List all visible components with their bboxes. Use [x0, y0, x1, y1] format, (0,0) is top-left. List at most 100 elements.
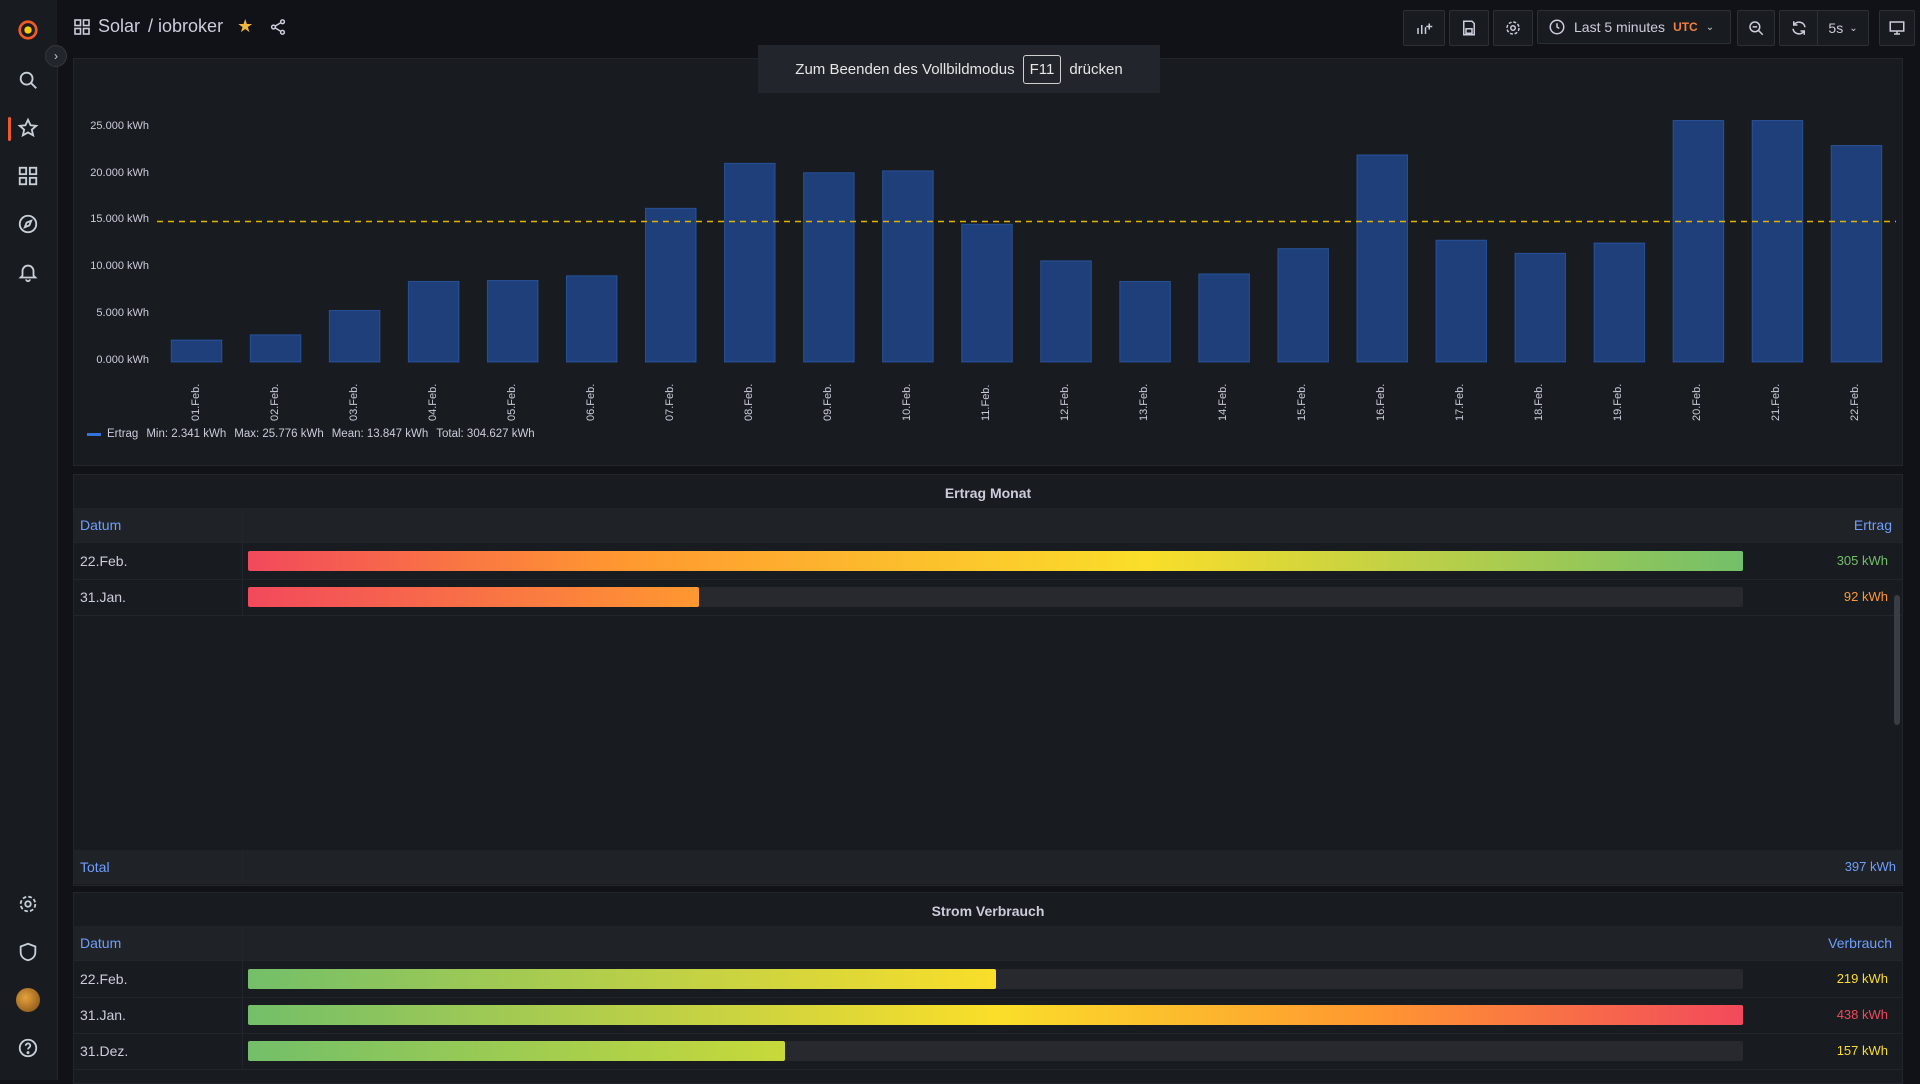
x-tick-label: 09.Feb.	[821, 383, 834, 421]
dashboards-icon[interactable]	[16, 164, 40, 188]
bar-07.Feb.[interactable]	[645, 207, 697, 363]
column-divider	[242, 850, 243, 884]
x-tick-label: 12.Feb.	[1059, 383, 1072, 421]
bar-01.Feb.[interactable]	[170, 339, 223, 363]
x-tick-label: 06.Feb.	[584, 383, 597, 421]
x-tick-label: 19.Feb.	[1612, 383, 1625, 421]
bar-08.Feb.[interactable]	[724, 162, 776, 363]
bar-gauge-fill	[248, 969, 996, 989]
table-footer-total: Total 397 kWh	[74, 850, 1902, 884]
column-divider	[242, 997, 243, 1033]
ertrag-bar-chart-panel[interactable]: 0.000 kWh 5.000 kWh 10.000 kWh 15.000 kWh 20…	[73, 58, 1903, 466]
x-tick-label: 07.Feb.	[663, 383, 676, 421]
x-tick-label: 13.Feb.	[1138, 383, 1151, 421]
refresh-button[interactable]	[1779, 10, 1819, 46]
row-value: 157 kWh	[1836, 1043, 1888, 1058]
x-tick-label: 03.Feb.	[347, 383, 360, 421]
bar-17.Feb.[interactable]	[1435, 239, 1488, 363]
search-icon[interactable]	[16, 68, 40, 92]
fullscreen-hint-text: Zum Beenden des Vollbildmodus	[795, 60, 1015, 78]
column-divider	[242, 543, 243, 579]
sidebar: ›	[0, 0, 67, 1080]
time-range-label: Last 5 minutes	[1574, 19, 1666, 35]
view-mode-button[interactable]	[1879, 10, 1915, 46]
alerting-bell-icon[interactable]	[16, 260, 40, 284]
bar-21.Feb.[interactable]	[1751, 119, 1804, 363]
column-header-verbrauch[interactable]: Verbrauch	[1828, 935, 1892, 951]
help-icon[interactable]	[16, 1036, 40, 1060]
panel-scrollbar[interactable]	[1894, 595, 1900, 725]
x-tick-label: 14.Feb.	[1217, 383, 1230, 421]
f11-key: F11	[1022, 54, 1062, 84]
zoom-out-icon	[1749, 21, 1764, 36]
bar-10.Feb.[interactable]	[882, 170, 934, 363]
dashboard-grid-icon	[74, 18, 90, 35]
add-panel-button[interactable]	[1403, 10, 1445, 46]
row-date: 31.Jan.	[80, 1007, 126, 1023]
y-tick-label: 0.000 kWh	[96, 354, 149, 366]
x-tick-label: 18.Feb.	[1533, 383, 1546, 421]
y-tick-label: 10.000 kWh	[90, 260, 149, 273]
bar-03.Feb.[interactable]	[328, 309, 381, 363]
bar-13.Feb.[interactable]	[1119, 280, 1171, 363]
breadcrumb-dashboard-title: / iobroker	[148, 16, 224, 36]
bar-04.Feb.[interactable]	[407, 280, 460, 363]
sidebar-toggle-button[interactable]: ›	[45, 45, 67, 67]
bar-20.Feb.[interactable]	[1672, 119, 1725, 363]
column-header-datum[interactable]: Datum	[80, 935, 121, 951]
bar-05.Feb.[interactable]	[486, 279, 539, 363]
bar-14.Feb.[interactable]	[1198, 273, 1250, 363]
x-tick-label: 10.Feb.	[900, 383, 913, 421]
bar-15.Feb.[interactable]	[1277, 248, 1329, 363]
row-date: 31.Jan.	[80, 589, 126, 605]
starred-icon[interactable]	[16, 116, 40, 140]
total-label: Total	[80, 859, 110, 875]
column-divider	[242, 961, 243, 997]
bar-02.Feb.[interactable]	[249, 334, 302, 363]
user-avatar[interactable]	[16, 988, 40, 1012]
legend-min: Min: 2.341 kWh	[146, 428, 227, 440]
x-tick-label: 05.Feb.	[505, 383, 518, 421]
panel-title: Strom Verbrauch	[931, 903, 1045, 919]
x-tick-label: 04.Feb.	[426, 383, 439, 421]
total-value: 397 kWh	[1844, 859, 1896, 874]
column-header-datum[interactable]: Datum	[80, 517, 121, 533]
bar-16.Feb.[interactable]	[1356, 154, 1408, 363]
dashboard-settings-button[interactable]	[1493, 10, 1533, 46]
table-row: 31.Dez. 157 kWh	[74, 1033, 1902, 1070]
chart-legend[interactable]: Ertrag Min: 2.341 kWh Max: 25.776 kWh Me…	[87, 428, 535, 440]
share-icon[interactable]	[269, 18, 287, 36]
row-value: 92 kWh	[1843, 589, 1888, 604]
legend-series-name: Ertrag	[107, 428, 139, 440]
zoom-out-button[interactable]	[1737, 10, 1775, 46]
bar-gauge-fill	[248, 551, 1743, 571]
breadcrumb: Solar / iobroker ★	[74, 16, 287, 37]
favorite-star-icon[interactable]: ★	[237, 16, 253, 37]
save-dashboard-button[interactable]	[1449, 10, 1489, 46]
bar-gauge-track	[248, 1005, 1743, 1025]
bar-22.Feb.[interactable]	[1830, 145, 1883, 363]
bar-12.Feb.[interactable]	[1040, 260, 1092, 363]
refresh-interval-picker[interactable]: 5s ⌄	[1817, 10, 1869, 46]
table-row: 22.Feb. 219 kWh	[74, 961, 1902, 998]
server-admin-shield-icon[interactable]	[16, 940, 40, 964]
bar-18.Feb.[interactable]	[1514, 252, 1567, 363]
x-tick-label: 21.Feb.	[1770, 383, 1783, 421]
bar-09.Feb.[interactable]	[803, 172, 855, 363]
refresh-icon	[1792, 21, 1806, 35]
x-tick-label: 02.Feb.	[268, 383, 281, 421]
explore-compass-icon[interactable]	[16, 212, 40, 236]
bar-06.Feb.[interactable]	[565, 275, 618, 363]
grafana-logo-icon[interactable]	[16, 18, 40, 42]
bar-11.Feb.[interactable]	[961, 223, 1013, 363]
bar-19.Feb.[interactable]	[1593, 242, 1646, 363]
bar-gauge-fill	[248, 1005, 1743, 1025]
y-tick-label: 15.000 kWh	[90, 213, 149, 226]
configuration-gear-icon[interactable]	[16, 892, 40, 916]
time-range-picker[interactable]: Last 5 minutes UTC ⌄	[1537, 10, 1731, 44]
legend-mean: Mean: 13.847 kWh	[331, 428, 429, 440]
x-tick-label: 17.Feb.	[1454, 383, 1467, 421]
breadcrumb-folder-link[interactable]: Solar	[98, 16, 140, 37]
x-tick-label: 08.Feb.	[742, 383, 755, 421]
column-header-ertrag[interactable]: Ertrag	[1854, 517, 1892, 533]
